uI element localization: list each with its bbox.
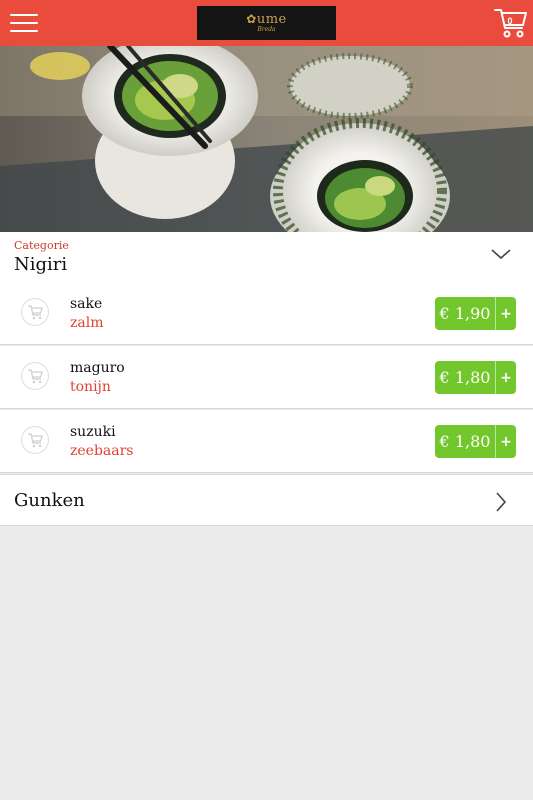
cart-icon bbox=[28, 369, 43, 384]
add-item-button[interactable]: € 1,80 + bbox=[435, 425, 516, 458]
add-to-cart-icon[interactable] bbox=[21, 426, 49, 454]
cart-icon bbox=[28, 305, 43, 320]
list-item: suzuki zeebaars € 1,80 + bbox=[0, 410, 533, 473]
item-subtitle: tonijn bbox=[70, 379, 111, 395]
restaurant-logo[interactable]: ✿ume Breda bbox=[197, 6, 336, 40]
item-price: € 1,90 bbox=[435, 297, 496, 330]
plus-icon: + bbox=[500, 306, 512, 322]
item-subtitle: zalm bbox=[70, 315, 104, 331]
logo-mark: ✿ume bbox=[246, 11, 287, 27]
item-price: € 1,80 bbox=[435, 361, 496, 394]
chevron-right-icon bbox=[496, 492, 507, 512]
item-price: € 1,80 bbox=[435, 425, 496, 458]
hero-image bbox=[0, 46, 533, 232]
top-bar: ✿ume Breda 0 bbox=[0, 0, 533, 46]
add-to-cart-icon[interactable] bbox=[21, 298, 49, 326]
category-row-gunken[interactable]: Gunken bbox=[0, 474, 533, 526]
hamburger-icon[interactable] bbox=[10, 14, 38, 32]
category-caption: Categorie bbox=[14, 239, 69, 252]
add-item-button[interactable]: € 1,90 + bbox=[435, 297, 516, 330]
logo-subtitle: Breda bbox=[257, 25, 276, 33]
plus-icon: + bbox=[500, 370, 512, 386]
add-item-button[interactable]: € 1,80 + bbox=[435, 361, 516, 394]
item-name: suzuki bbox=[70, 424, 116, 440]
chevron-down-icon[interactable] bbox=[490, 247, 512, 261]
cart-button[interactable]: 0 bbox=[494, 6, 528, 40]
category-row-label: Gunken bbox=[14, 490, 85, 511]
list-item: maguro tonijn € 1,80 + bbox=[0, 346, 533, 409]
cart-count-badge: 0 bbox=[507, 16, 513, 26]
item-subtitle: zeebaars bbox=[70, 443, 134, 459]
category-title: Nigiri bbox=[14, 254, 68, 275]
item-name: sake bbox=[70, 296, 103, 312]
category-header[interactable]: Categorie Nigiri bbox=[0, 232, 533, 282]
item-name: maguro bbox=[70, 360, 125, 376]
list-item: sake zalm € 1,90 + bbox=[0, 282, 533, 345]
add-to-cart-icon[interactable] bbox=[21, 362, 49, 390]
plus-icon: + bbox=[500, 434, 512, 450]
cart-icon bbox=[28, 433, 43, 448]
